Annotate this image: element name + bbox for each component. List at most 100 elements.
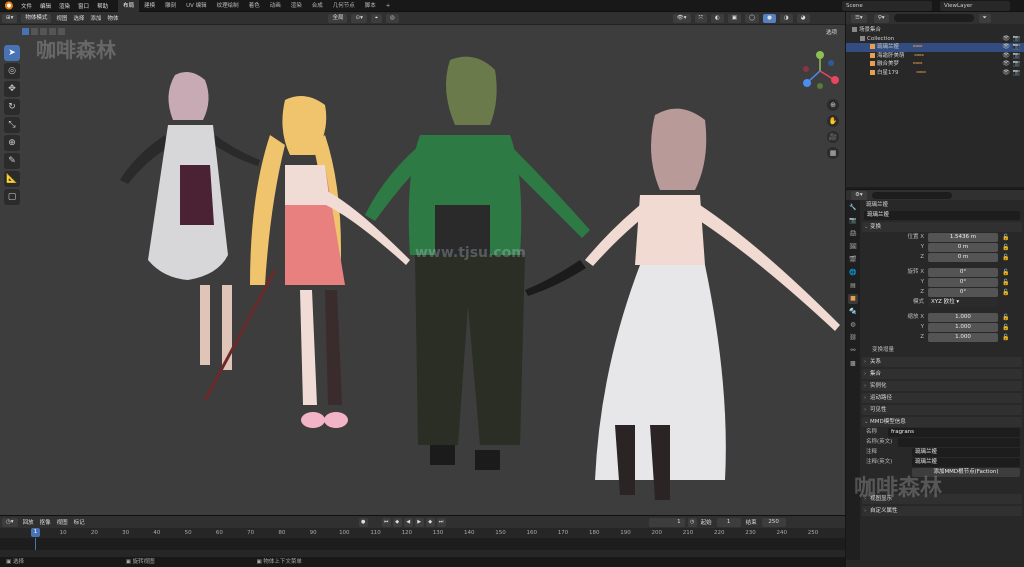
tab-modeling[interactable]: 建模	[139, 0, 160, 12]
world-tab-icon[interactable]: 🌐	[848, 268, 858, 278]
rotation-y-field[interactable]: 0°	[928, 278, 998, 287]
playhead[interactable]: 1	[31, 528, 40, 537]
tab-compositing[interactable]: 合成	[307, 0, 328, 12]
clock-icon[interactable]: ◷	[687, 517, 697, 527]
add-workspace-button[interactable]: +	[381, 0, 396, 12]
scene-tab-icon[interactable]: 🎬	[848, 255, 858, 265]
visibility-section-header[interactable]: 可见性	[862, 405, 1022, 415]
mode-select[interactable]: 物体模式	[21, 13, 52, 23]
data-tab-icon[interactable]: ⚯	[848, 346, 858, 356]
rotation-z-field[interactable]: 0°	[928, 288, 998, 297]
menu-object[interactable]: 物体	[104, 14, 121, 22]
gizmo-toggle-icon[interactable]: ⤧	[694, 13, 707, 23]
jump-end-icon[interactable]: ⏭	[436, 517, 446, 527]
timeline-ruler[interactable]: 1102030405060708090100110120130140150160…	[0, 528, 845, 538]
outliner-row-scene-collection[interactable]: 场景集合	[846, 26, 1024, 35]
current-frame-field[interactable]: 1	[648, 517, 685, 527]
character-blonde-twintails[interactable]	[250, 96, 410, 428]
editor-type-button[interactable]: ⊞▾	[2, 13, 18, 23]
character-green-jacket[interactable]	[365, 56, 590, 470]
properties-search-input[interactable]	[871, 191, 952, 199]
visibility-eye-icon[interactable]: 👁	[1002, 69, 1010, 78]
tab-scripting[interactable]: 脚本	[360, 0, 381, 12]
object-name-field[interactable]: 琉璃兰娅	[864, 211, 1020, 220]
mmd-info-section-header[interactable]: MMD模型信息	[862, 417, 1022, 427]
visibility-eye-icon[interactable]: 👁	[1002, 52, 1010, 61]
lock-icon[interactable]: 🔓	[1002, 288, 1009, 297]
play-reverse-icon[interactable]: ◀	[403, 517, 413, 527]
collections-section-header[interactable]: 集合	[862, 369, 1022, 379]
menu-keying[interactable]: 抠像	[37, 518, 54, 526]
render-camera-icon[interactable]: 📷	[1013, 60, 1020, 69]
lock-icon[interactable]: 🔓	[1002, 253, 1009, 262]
visibility-eye-icon[interactable]: 👁	[1002, 43, 1010, 52]
transform-section-header[interactable]: 变换	[862, 222, 1022, 232]
visibility-eye-icon[interactable]: 👁	[1002, 60, 1010, 69]
tab-texture-paint[interactable]: 纹理绘制	[212, 0, 244, 12]
render-camera-icon[interactable]: 📷	[1013, 43, 1020, 52]
constraints-tab-icon[interactable]: ⛓	[848, 333, 858, 343]
view-layer-tab-icon[interactable]: 🖼	[848, 242, 858, 252]
lock-icon[interactable]: 🔓	[1002, 243, 1009, 252]
menu-select[interactable]: 选择	[70, 14, 87, 22]
orientation-select[interactable]: 全局	[328, 13, 348, 23]
location-x-field[interactable]: 1.5436 m	[928, 233, 998, 242]
tab-rendering[interactable]: 渲染	[286, 0, 307, 12]
shading-rendered-icon[interactable]: ◕	[796, 13, 810, 23]
record-icon[interactable]: ●	[358, 517, 368, 527]
tab-uv-editing[interactable]: UV 编辑	[181, 0, 212, 12]
scale-y-field[interactable]: 1.000	[928, 323, 998, 332]
menu-view[interactable]: 视图	[53, 14, 70, 22]
proportional-edit-icon[interactable]: ◎	[385, 13, 399, 23]
location-z-field[interactable]: 0 m	[928, 253, 998, 262]
lock-icon[interactable]: 🔓	[1002, 333, 1009, 342]
physics-tab-icon[interactable]: ◍	[848, 320, 858, 330]
outliner-row-object[interactable]: 海霜肝美萌 ⚯⚯ 👁 📷	[846, 52, 1024, 61]
collection-tab-icon[interactable]: ▤	[848, 281, 858, 291]
start-frame-field[interactable]: 1	[716, 517, 741, 527]
next-key-icon[interactable]: ◆	[425, 517, 435, 527]
instancing-section-header[interactable]: 实例化	[862, 381, 1022, 391]
scene-selector[interactable]: Scene	[842, 1, 932, 11]
lock-icon[interactable]: 🔓	[1002, 323, 1009, 332]
blender-logo-icon[interactable]	[3, 0, 13, 11]
pivot-icon[interactable]: ⊙▾	[351, 13, 367, 23]
mmd-comment-en-field[interactable]: 琉璃兰娅	[912, 458, 1020, 467]
play-icon[interactable]: ▶	[414, 517, 424, 527]
outliner-row-object[interactable]: 融合美梦 ⚯⚯ 👁 📷	[846, 60, 1024, 69]
menu-marker[interactable]: 标记	[71, 518, 88, 526]
motion-paths-section-header[interactable]: 运动路径	[862, 393, 1022, 403]
filter-funnel-icon[interactable]: ⏷	[978, 13, 991, 23]
tool-tab-icon[interactable]: 🔧	[848, 203, 858, 213]
outliner-search-input[interactable]	[893, 14, 974, 22]
render-camera-icon[interactable]: 📷	[1013, 35, 1020, 44]
relations-section-header[interactable]: 关系	[862, 357, 1022, 367]
visibility-eye-icon[interactable]: 👁	[1002, 35, 1010, 44]
outliner-row-collection[interactable]: Collection 👁 📷	[846, 35, 1024, 44]
delta-transform-header[interactable]: 变换增量	[862, 346, 1022, 355]
output-tab-icon[interactable]: 🖨	[848, 229, 858, 239]
visibility-icon[interactable]: 👁▾	[672, 13, 691, 23]
menu-edit[interactable]: 编辑	[36, 2, 55, 10]
menu-add[interactable]: 添加	[87, 14, 104, 22]
menu-window[interactable]: 窗口	[74, 2, 93, 10]
lock-icon[interactable]: 🔓	[1002, 278, 1009, 287]
jump-start-icon[interactable]: ⏮	[381, 517, 391, 527]
snap-icon[interactable]: ⌖	[370, 13, 382, 23]
menu-timeline-view[interactable]: 视图	[54, 518, 71, 526]
tab-layout[interactable]: 布局	[118, 0, 140, 12]
menu-help[interactable]: 帮助	[93, 2, 112, 10]
texture-tab-icon[interactable]: ▩	[848, 359, 858, 369]
mmd-name-en-field[interactable]	[898, 438, 1020, 447]
lock-icon[interactable]: 🔓	[1002, 268, 1009, 277]
timeline-editor-icon[interactable]: ◷▾	[2, 517, 18, 527]
outliner-row-object[interactable]: 琉璃兰娅 ⚯⚯ 👁 📷	[846, 43, 1024, 52]
end-frame-field[interactable]: 250	[761, 517, 786, 527]
outliner-row-object[interactable]: 白星179 ⚯⚯ 👁 📷	[846, 69, 1024, 78]
properties-editor-icon[interactable]: ⚙▾	[851, 190, 867, 200]
custom-properties-section-header[interactable]: 自定义属性	[862, 506, 1022, 516]
object-tab-icon[interactable]: ■	[848, 294, 858, 304]
overlay-toggle-icon[interactable]: ◐	[710, 13, 724, 23]
shading-material-icon[interactable]: ◑	[779, 13, 793, 23]
rotation-x-field[interactable]: 0°	[928, 268, 998, 277]
